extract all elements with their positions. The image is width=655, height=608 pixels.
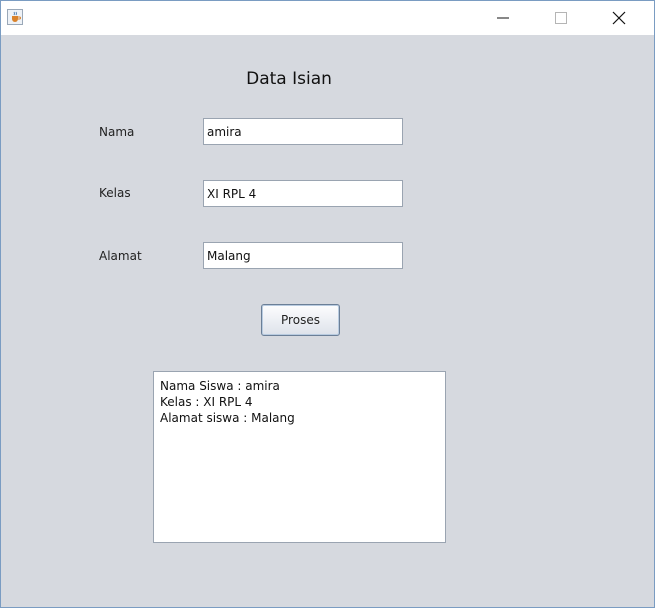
form-title: Data Isian bbox=[246, 69, 332, 89]
alamat-label: Alamat bbox=[99, 249, 142, 263]
output-line-nama: Nama Siswa : amira bbox=[160, 379, 280, 393]
minimize-icon bbox=[497, 17, 509, 19]
kelas-input[interactable] bbox=[203, 180, 403, 207]
java-cup-icon[interactable] bbox=[7, 9, 23, 25]
output-textarea[interactable]: Nama Siswa : amira Kelas : XI RPL 4 Alam… bbox=[153, 371, 446, 543]
close-button[interactable] bbox=[590, 1, 648, 35]
output-line-alamat: Alamat siswa : Malang bbox=[160, 411, 295, 425]
nama-input[interactable] bbox=[203, 118, 403, 145]
maximize-icon bbox=[555, 12, 567, 24]
kelas-label: Kelas bbox=[99, 186, 131, 200]
proses-button[interactable]: Proses bbox=[261, 304, 340, 336]
close-icon bbox=[612, 11, 626, 25]
title-bar[interactable] bbox=[1, 1, 654, 35]
maximize-button[interactable] bbox=[532, 1, 590, 35]
output-line-kelas: Kelas : XI RPL 4 bbox=[160, 395, 253, 409]
app-window: Data Isian Nama Kelas Alamat Proses Nama… bbox=[0, 0, 655, 608]
minimize-button[interactable] bbox=[474, 1, 532, 35]
nama-label: Nama bbox=[99, 125, 135, 139]
alamat-input[interactable] bbox=[203, 242, 403, 269]
